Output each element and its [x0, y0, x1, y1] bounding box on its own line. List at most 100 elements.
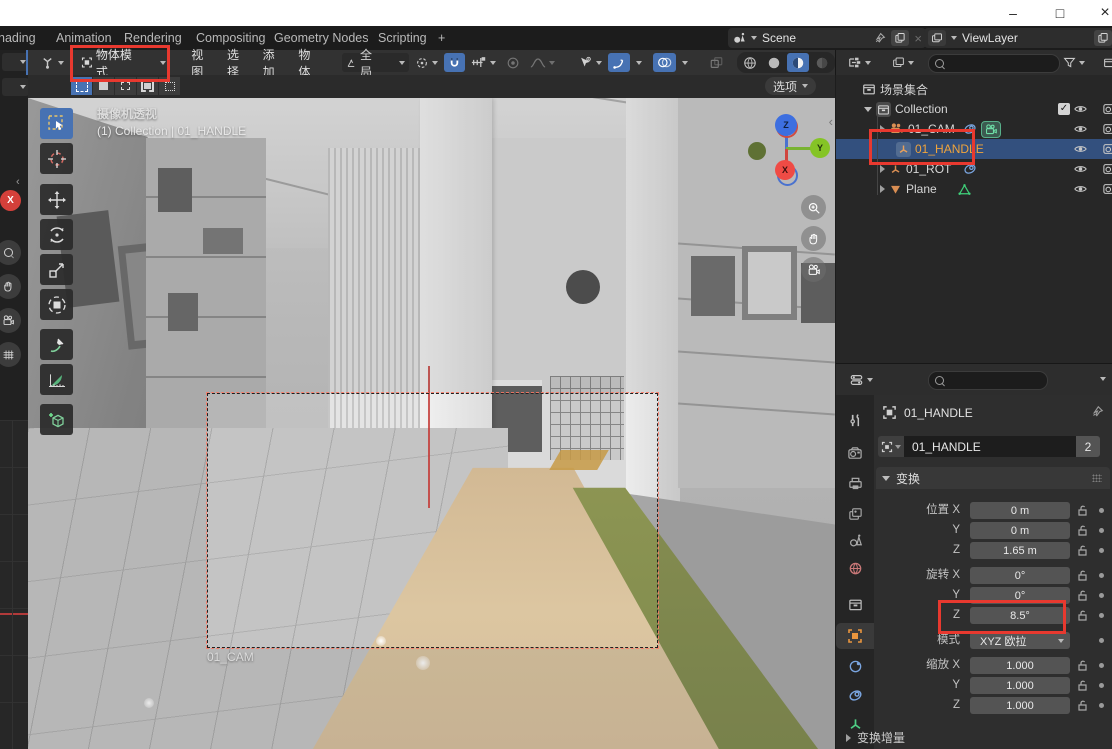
lock-open-icon[interactable] — [1077, 589, 1089, 602]
disclosure-closed-icon[interactable] — [880, 165, 885, 173]
keyframe-dot[interactable] — [1099, 593, 1104, 598]
keyframe-dot[interactable] — [1099, 508, 1104, 513]
mode-selector[interactable]: 物体模式 — [77, 53, 170, 72]
gizmos-toggle[interactable] — [608, 53, 630, 72]
select-mode-extend[interactable] — [93, 77, 114, 95]
outliner-filter-collection-dropdown[interactable] — [888, 53, 918, 72]
tab-tool[interactable] — [836, 407, 874, 433]
delta-transform-panel-header[interactable]: 变换增量 — [846, 729, 905, 746]
tab-object[interactable] — [836, 623, 874, 649]
object-label[interactable]: 01_ROT — [906, 162, 951, 176]
outliner-display-mode-dropdown[interactable] — [844, 53, 875, 72]
viewport-pan-button[interactable] — [801, 226, 826, 251]
disclosure-closed-icon[interactable] — [880, 185, 885, 193]
lock-open-icon[interactable] — [1077, 569, 1089, 582]
new-viewlayer-button[interactable] — [1094, 30, 1112, 46]
shading-material-button[interactable] — [787, 53, 809, 72]
keyframe-dot[interactable] — [1099, 638, 1104, 643]
render-visibility-icon[interactable] — [1102, 142, 1112, 156]
shading-solid-button[interactable] — [763, 53, 785, 72]
tool-scale[interactable] — [40, 254, 73, 285]
pan-hand-icon[interactable] — [0, 274, 21, 299]
object-label[interactable]: Plane — [906, 182, 937, 196]
select-mode-intersect[interactable] — [159, 77, 180, 95]
viewlayer-selector[interactable]: ViewLayer — [924, 28, 1112, 48]
gizmo-dropdown[interactable] — [632, 53, 646, 72]
tool-measure[interactable] — [40, 364, 73, 395]
tab-scripting[interactable]: Scripting — [372, 26, 433, 50]
outliner-filter-button[interactable] — [1059, 53, 1089, 72]
select-mode-invert[interactable] — [137, 77, 158, 95]
shading-wireframe-button[interactable] — [739, 53, 761, 72]
disclosure-closed-icon[interactable] — [880, 125, 885, 133]
snap-toggle[interactable] — [444, 53, 465, 72]
scene-collection-row[interactable]: 场景集合 — [836, 79, 1112, 99]
render-visibility-icon[interactable] — [1102, 102, 1112, 116]
tab-view-layer[interactable] — [836, 500, 874, 526]
sidebar-toggle[interactable]: ‹ — [829, 114, 833, 129]
hide-icon[interactable] — [1073, 122, 1088, 136]
hide-icon[interactable] — [1073, 162, 1088, 176]
left-sidebar-toggle[interactable]: ‹ — [16, 176, 20, 188]
lock-open-icon[interactable] — [1077, 699, 1089, 712]
hide-icon[interactable] — [1073, 102, 1088, 116]
xray-toggle[interactable] — [705, 53, 728, 72]
proportional-falloff-dropdown[interactable] — [526, 53, 559, 72]
collection-checkbox[interactable]: ✓ — [1058, 103, 1070, 115]
lock-open-icon[interactable] — [1077, 544, 1089, 557]
render-visibility-icon[interactable] — [1102, 122, 1112, 136]
show-gizmo-dropdown[interactable] — [574, 53, 606, 72]
tab-shading[interactable]: hading — [0, 26, 42, 50]
lock-open-icon[interactable] — [1077, 504, 1089, 517]
camera-data-icon[interactable] — [981, 121, 1001, 138]
maximize-button[interactable]: □ — [1045, 3, 1075, 23]
scene-name[interactable]: Scene — [762, 31, 868, 45]
left-editor-dropdown[interactable] — [2, 53, 29, 71]
lock-open-icon[interactable] — [1077, 524, 1089, 537]
tab-scene[interactable] — [836, 527, 874, 553]
panel-drag-dots[interactable] — [1092, 474, 1102, 482]
viewport-camera-button[interactable] — [801, 257, 826, 282]
scale-z-field[interactable]: 1.000 — [970, 697, 1070, 714]
left-editor-dropdown2[interactable] — [2, 78, 29, 96]
overlays-dropdown[interactable] — [678, 53, 692, 72]
tool-rotate[interactable] — [40, 219, 73, 250]
object-name-field[interactable]: 01_HANDLE — [904, 436, 1076, 457]
lock-open-icon[interactable] — [1077, 659, 1089, 672]
render-visibility-icon[interactable] — [1102, 162, 1112, 176]
rotation-z-field[interactable]: 8.5° — [970, 607, 1070, 624]
gizmo-minus-y-ball[interactable] — [748, 142, 766, 160]
editor-type-dropdown[interactable] — [36, 53, 68, 72]
rotation-x-field[interactable]: 0° — [970, 567, 1070, 584]
new-scene-button[interactable] — [891, 30, 909, 46]
gizmo-x-ball[interactable]: X — [775, 160, 795, 180]
tab-world[interactable] — [836, 555, 874, 581]
camera-frame[interactable] — [207, 393, 658, 648]
location-z-field[interactable]: 1.65 m — [970, 542, 1070, 559]
select-mode-subtract[interactable] — [115, 77, 136, 95]
grid-toggle-button[interactable] — [0, 342, 21, 367]
pin-icon[interactable] — [873, 32, 886, 45]
location-y-field[interactable]: 0 m — [970, 522, 1070, 539]
tool-transform[interactable] — [40, 289, 73, 320]
gizmo-y-ball[interactable]: Y — [810, 138, 830, 158]
breadcrumb-object-name[interactable]: 01_HANDLE — [904, 406, 973, 420]
tab-output[interactable] — [836, 470, 874, 496]
proportional-editing-toggle[interactable] — [502, 53, 524, 72]
tab-constraints[interactable] — [836, 682, 874, 708]
axis-x-ball[interactable]: X — [0, 190, 21, 211]
camera-view-button[interactable] — [0, 308, 21, 333]
users-count-button[interactable]: 2 — [1076, 436, 1100, 457]
lock-open-icon[interactable] — [1077, 679, 1089, 692]
object-label[interactable]: 01_CAM — [908, 122, 955, 136]
viewport-zoom-button[interactable] — [801, 195, 826, 220]
hide-icon[interactable] — [1073, 182, 1088, 196]
outliner-new-collection-button[interactable] — [1099, 53, 1112, 72]
pin-icon[interactable] — [1090, 405, 1104, 419]
tab-physics[interactable] — [836, 653, 874, 679]
scene-selector[interactable]: Scene × — [728, 28, 926, 48]
keyframe-dot[interactable] — [1099, 663, 1104, 668]
tab-add-workspace[interactable]: + — [432, 26, 451, 50]
gizmo-z-ball[interactable]: Z — [775, 114, 797, 136]
keyframe-dot[interactable] — [1099, 703, 1104, 708]
